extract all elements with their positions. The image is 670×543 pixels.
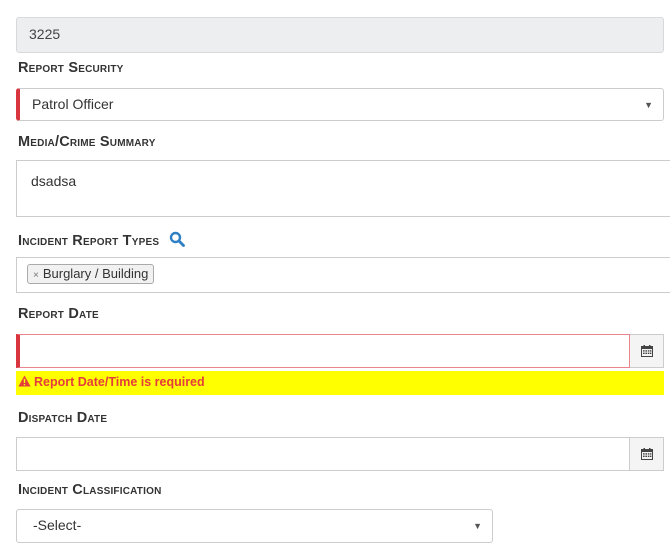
calendar-icon bbox=[640, 345, 653, 357]
incident-report-types-label-text: Incident Report Types bbox=[18, 233, 160, 249]
report-date-error-text: Report Date/Time is required bbox=[34, 375, 205, 389]
chevron-down-icon: ▼ bbox=[473, 521, 482, 531]
incident-classification-selected: -Select- bbox=[33, 517, 82, 533]
chevron-down-icon: ▼ bbox=[644, 99, 653, 110]
report-security-select[interactable]: Patrol Officer ▼ bbox=[16, 88, 664, 121]
report-security-label: Report Security bbox=[18, 60, 124, 76]
dispatch-date-calendar-button[interactable] bbox=[630, 437, 664, 471]
incident-classification-label: Incident Classification bbox=[18, 482, 162, 498]
media-crime-summary-value: dsadsa bbox=[31, 173, 77, 189]
incident-type-tag-label: Burglary / Building bbox=[42, 266, 149, 281]
report-date-input[interactable] bbox=[16, 334, 630, 368]
report-number-field: 3225 bbox=[16, 17, 664, 53]
dispatch-date-label: Dispatch Date bbox=[18, 410, 108, 426]
dispatch-date-input[interactable] bbox=[16, 437, 630, 471]
report-date-calendar-button[interactable] bbox=[630, 334, 664, 368]
media-crime-summary-label: Media/Crime Summary bbox=[18, 134, 156, 150]
media-crime-summary-textarea[interactable]: dsadsa bbox=[16, 160, 670, 217]
report-security-selected: Patrol Officer bbox=[32, 96, 114, 112]
incident-classification-select[interactable]: -Select- ▼ bbox=[16, 509, 493, 543]
search-icon[interactable] bbox=[169, 231, 186, 247]
incident-report-types-input[interactable]: × Burglary / Building bbox=[16, 257, 670, 293]
warning-icon bbox=[18, 375, 31, 387]
tag-remove-icon[interactable]: × bbox=[33, 270, 39, 281]
incident-report-types-label: Incident Report Types bbox=[18, 231, 186, 249]
report-date-error-message: Report Date/Time is required bbox=[16, 371, 664, 395]
incident-type-tag: × Burglary / Building bbox=[27, 264, 155, 284]
calendar-icon bbox=[640, 448, 653, 460]
report-number-value: 3225 bbox=[29, 26, 61, 42]
report-date-label: Report Date bbox=[18, 306, 99, 322]
